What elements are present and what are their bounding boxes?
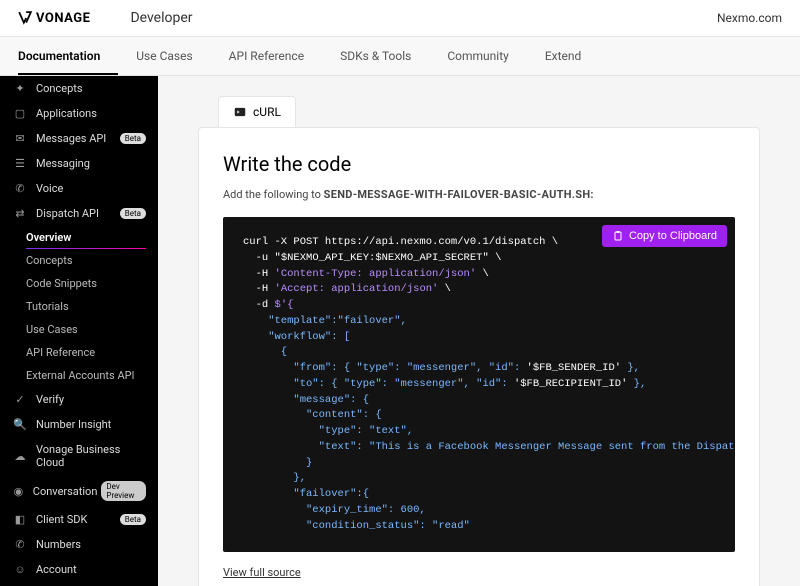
sidebar-voice[interactable]: ✆Voice [0, 176, 158, 201]
sdk-icon: ◧ [12, 513, 28, 526]
check-icon: ✓ [12, 393, 28, 406]
sub-overview[interactable]: Overview [0, 226, 158, 249]
sidebar-concepts[interactable]: ✦Concepts [0, 76, 158, 101]
sub-use-cases[interactable]: Use Cases [0, 318, 158, 341]
sub-code-snippets[interactable]: Code Snippets [0, 272, 158, 295]
sidebar-vbc[interactable]: ☁Vonage Business Cloud [0, 437, 158, 475]
tab-curl[interactable]: cURL [218, 96, 296, 127]
code-block: Copy to Clipboard curl -X POST https://a… [223, 217, 735, 552]
convo-icon: ◉ [12, 485, 25, 498]
sidebar-number-insight[interactable]: 🔍Number Insight [0, 412, 158, 437]
sidebar-messages-api[interactable]: ✉Messages APIBeta [0, 126, 158, 151]
sidebar-redact[interactable]: ⌫RedactDev Preview [0, 582, 158, 586]
copy-button[interactable]: Copy to Clipboard [602, 225, 727, 247]
bulb-icon: ✦ [12, 82, 28, 95]
dispatch-icon: ⇄ [12, 207, 28, 220]
msg-icon: ☰ [12, 157, 28, 170]
filename: SEND-MESSAGE-WITH-FAILOVER-BASIC-AUTH.SH… [324, 188, 594, 201]
clipboard-icon [612, 230, 624, 242]
sub-concepts[interactable]: Concepts [0, 249, 158, 272]
phone-icon: ✆ [12, 182, 28, 195]
curl-icon [233, 105, 247, 119]
developer-label: Developer [130, 10, 192, 26]
header: VONAGE Developer Nexmo.com [0, 0, 800, 37]
sidebar-messaging[interactable]: ☰Messaging [0, 151, 158, 176]
dev-badge: Dev Preview [101, 481, 146, 501]
brand-logo[interactable]: VONAGE [18, 11, 90, 26]
nexmo-link[interactable]: Nexmo.com [717, 11, 782, 25]
nav-use-cases[interactable]: Use Cases [136, 37, 210, 75]
brand-text: VONAGE [36, 11, 90, 26]
sub-api-reference[interactable]: API Reference [0, 341, 158, 364]
sidebar-conversation[interactable]: ◉ConversationDev Preview [0, 475, 158, 507]
tab-label: cURL [253, 105, 281, 119]
doc-card: Write the code Add the following to SEND… [198, 127, 760, 586]
sidebar-applications[interactable]: ▢Applications [0, 101, 158, 126]
nav-api-reference[interactable]: API Reference [229, 37, 322, 75]
sidebar-dispatch-api[interactable]: ⇄Dispatch APIBeta [0, 201, 158, 226]
sidebar-account[interactable]: ☺Account [0, 557, 158, 582]
beta-badge: Beta [120, 514, 146, 525]
nav-documentation[interactable]: Documentation [18, 37, 118, 75]
beta-badge: Beta [120, 133, 146, 144]
section-title: Write the code [223, 152, 735, 176]
acct-icon: ☺ [12, 563, 28, 576]
nav-community[interactable]: Community [447, 37, 526, 75]
search-icon: 🔍 [12, 418, 28, 431]
sidebar-verify[interactable]: ✓Verify [0, 387, 158, 412]
sub-tutorials[interactable]: Tutorials [0, 295, 158, 318]
sidebar: ✦Concepts ▢Applications ✉Messages APIBet… [0, 76, 158, 586]
code-content: curl -X POST https://api.nexmo.com/v0.1/… [243, 235, 715, 534]
top-nav: Documentation Use Cases API Reference SD… [0, 37, 800, 76]
main-content: cURL Write the code Add the following to… [158, 76, 800, 586]
nav-sdks-tools[interactable]: SDKs & Tools [340, 37, 429, 75]
view-source-link[interactable]: View full source [223, 566, 301, 579]
sub-external-accounts[interactable]: External Accounts API [0, 364, 158, 387]
vonage-icon [18, 11, 32, 25]
nav-extend[interactable]: Extend [545, 37, 599, 75]
sidebar-numbers[interactable]: ✆Numbers [0, 532, 158, 557]
num-icon: ✆ [12, 538, 28, 551]
chat-icon: ✉ [12, 132, 28, 145]
app-icon: ▢ [12, 107, 28, 120]
beta-badge: Beta [120, 208, 146, 219]
instruction: Add the following to SEND-MESSAGE-WITH-F… [223, 188, 735, 201]
cloud-icon: ☁ [12, 450, 28, 463]
sidebar-client-sdk[interactable]: ◧Client SDKBeta [0, 507, 158, 532]
